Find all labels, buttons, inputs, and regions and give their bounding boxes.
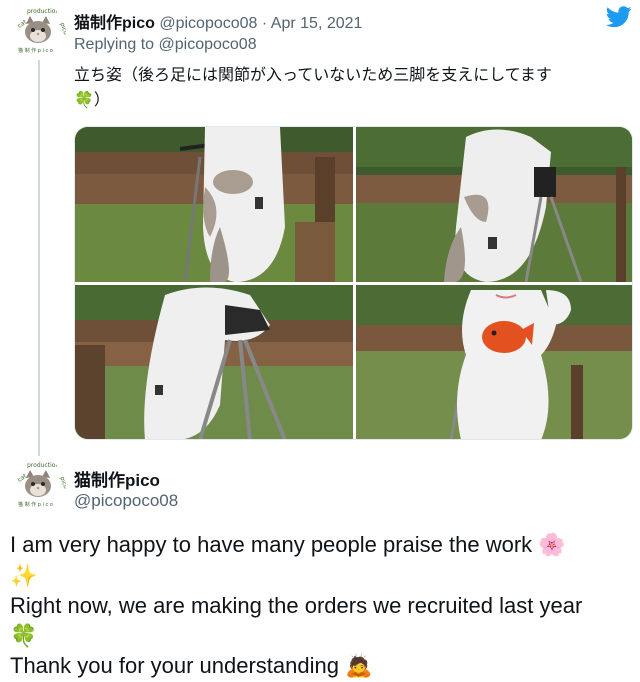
cat-avatar-icon: cat production pico 猫 制 作 p i c o [11, 459, 66, 513]
svg-text:production: production [27, 8, 59, 15]
reply-line-1-text: I am very happy to have many people prai… [10, 532, 533, 557]
reply-line-5-text: Thank you for your understanding [10, 653, 339, 678]
photo-1[interactable] [75, 127, 353, 282]
replying-handle[interactable]: @picopoco08 [159, 36, 257, 53]
separator-dot: · [261, 15, 268, 32]
cherry-blossom-icon: 🌸 [538, 533, 566, 558]
reply-text: I am very happy to have many people prai… [10, 530, 635, 682]
photo-4[interactable] [356, 285, 632, 439]
sparkles-icon: ✨ [10, 563, 38, 589]
reply-line-5: Thank you for your understanding 🙇 [10, 651, 635, 682]
tweet-header: 猫制作pico @picopoco08 · Apr 15, 2021 [74, 9, 362, 33]
tweet-text-line2: 🍀） [74, 88, 622, 113]
closing-paren: ） [93, 92, 110, 109]
reply-user-handle[interactable]: @picopoco08 [74, 491, 178, 511]
reply-line-3: Right now, we are making the orders we r… [10, 593, 583, 618]
reply-line-1: I am very happy to have many people prai… [10, 530, 635, 561]
svg-text:猫 制 作 p i c o: 猫 制 作 p i c o [18, 501, 53, 508]
reply-line-2: ✨ [10, 561, 635, 592]
twitter-bird-icon[interactable] [606, 6, 632, 28]
cat-avatar-icon: cat production pico 猫 制 作 p i c o [11, 5, 66, 59]
photo-grid [74, 126, 633, 440]
bowing-person-icon: 🙇 [345, 654, 373, 679]
thread-connector-line [38, 58, 40, 456]
svg-text:production: production [27, 462, 59, 469]
replying-prefix: Replying to [74, 36, 155, 53]
reply-line-4: 🍀 [10, 621, 635, 652]
display-name[interactable]: 猫制作pico [74, 15, 155, 32]
clover-icon: 🍀 [74, 90, 94, 109]
reply-display-name[interactable]: 猫制作pico [74, 466, 160, 491]
photo-2[interactable] [356, 127, 632, 282]
photo-3[interactable] [75, 285, 353, 439]
avatar[interactable]: cat production pico 猫 制 作 p i c o [10, 4, 66, 60]
tweet-text: 立ち姿（後ろ足には関節が入っていないため三脚を支えにしてます 🍀） [74, 64, 622, 113]
tweet-date[interactable]: Apr 15, 2021 [271, 15, 363, 32]
clover-icon: 🍀 [10, 623, 38, 649]
svg-text:猫 制 作 p i c o: 猫 制 作 p i c o [18, 47, 53, 54]
replying-to: Replying to @picopoco08 [74, 36, 257, 54]
user-handle[interactable]: @picopoco08 [159, 15, 257, 32]
tweet-text-line1: 立ち姿（後ろ足には関節が入っていないため三脚を支えにしてます [74, 67, 552, 84]
avatar[interactable]: cat production pico 猫 制 作 p i c o [10, 458, 66, 514]
